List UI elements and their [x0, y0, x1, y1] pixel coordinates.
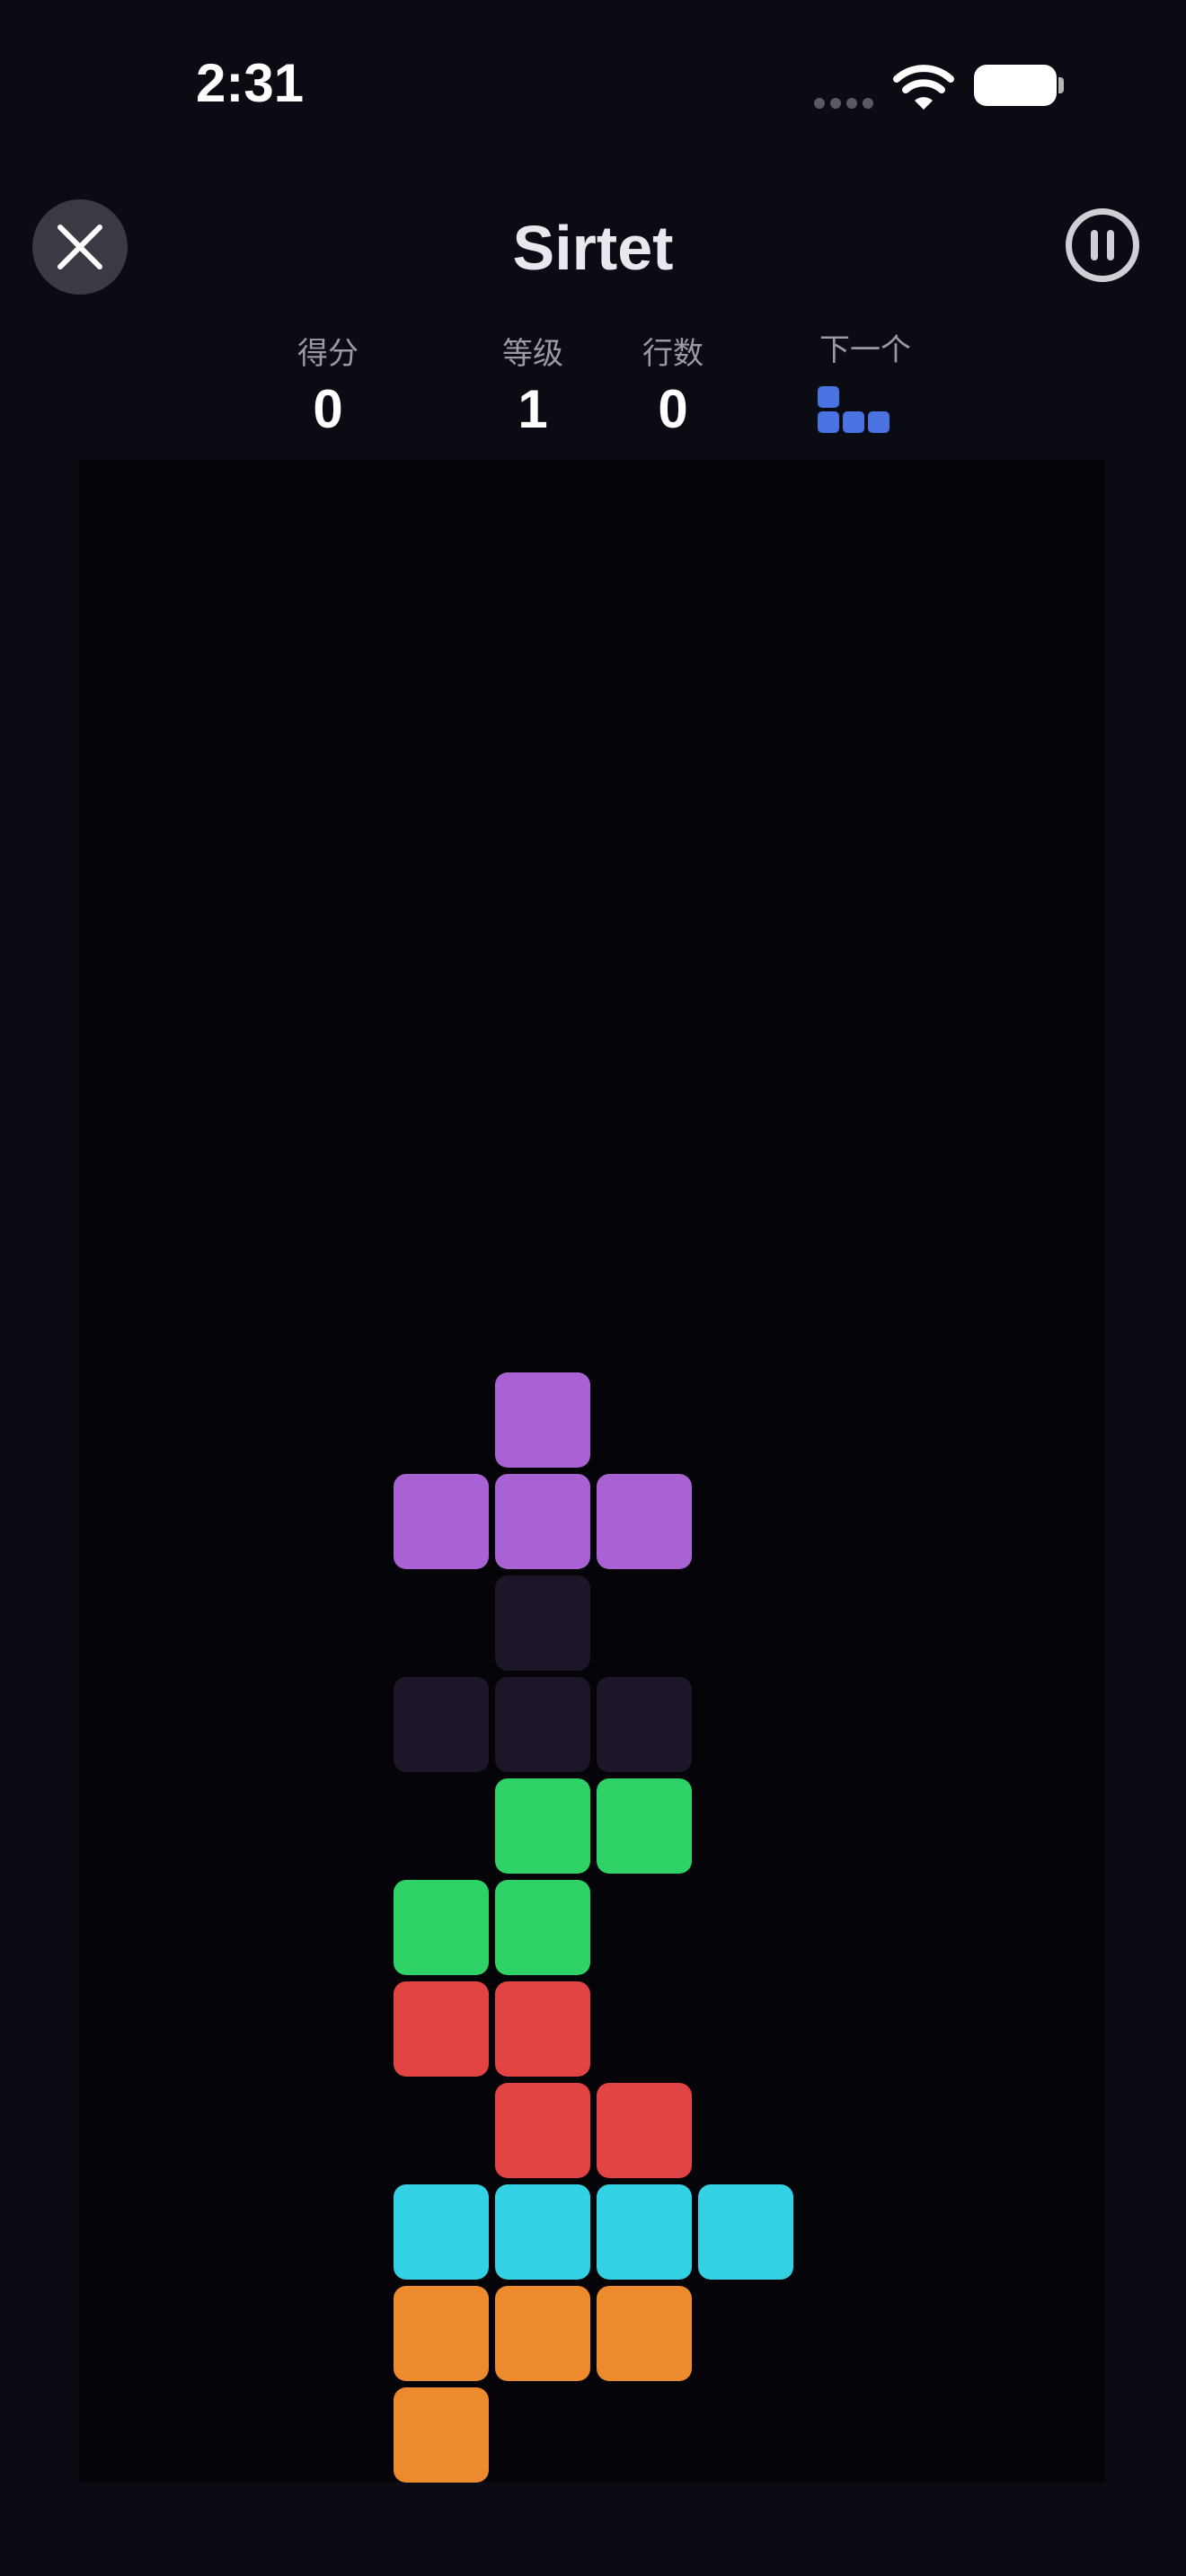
score-value: 0 — [313, 379, 343, 439]
locked-block — [495, 1981, 590, 2077]
battery-icon — [974, 65, 1057, 106]
pause-button[interactable] — [1066, 208, 1139, 282]
wifi-icon — [893, 61, 954, 111]
locked-block — [597, 2083, 692, 2178]
next-stat: 下一个 — [807, 325, 924, 369]
locked-block — [394, 2184, 489, 2280]
ghost-block — [597, 1677, 692, 1772]
locked-block — [394, 1981, 489, 2077]
next-label: 下一个 — [819, 332, 911, 368]
next-piece-cell — [818, 411, 839, 433]
locked-block — [394, 1880, 489, 1975]
locked-block — [394, 2387, 489, 2483]
locked-block — [394, 2286, 489, 2381]
locked-block — [495, 2286, 590, 2381]
active-block — [394, 1474, 489, 1569]
lines-value: 0 — [658, 379, 688, 439]
next-piece-cell — [868, 411, 890, 433]
locked-block — [495, 1880, 590, 1975]
locked-block — [495, 2083, 590, 2178]
status-time: 2:31 — [196, 53, 305, 113]
locked-block — [495, 1778, 590, 1874]
score-stat: 得分 0 — [279, 329, 377, 440]
locked-block — [495, 2184, 590, 2280]
locked-block — [597, 1778, 692, 1874]
signal-dots-icon — [814, 97, 875, 110]
next-piece-cell — [843, 411, 864, 433]
game-board[interactable] — [79, 460, 1105, 2483]
lines-label: 行数 — [642, 336, 704, 372]
level-label: 等级 — [502, 336, 563, 372]
locked-block — [597, 2184, 692, 2280]
level-stat: 等级 1 — [483, 329, 582, 440]
game-title: Sirtet — [512, 213, 674, 283]
pause-icon-bar-right — [1107, 230, 1114, 260]
ghost-block — [495, 1677, 590, 1772]
battery-tip — [1058, 77, 1064, 93]
ghost-block — [495, 1575, 590, 1671]
header: Sirtet — [0, 180, 1186, 323]
locked-block — [597, 2286, 692, 2381]
pause-icon-bar-left — [1091, 230, 1098, 260]
active-block — [597, 1474, 692, 1569]
status-bar: 2:31 — [0, 0, 1186, 171]
active-block — [495, 1474, 590, 1569]
next-piece-preview — [818, 386, 893, 437]
lines-stat: 行数 0 — [624, 329, 722, 440]
level-value: 1 — [518, 379, 548, 439]
active-block — [495, 1372, 590, 1468]
locked-block — [698, 2184, 793, 2280]
score-label: 得分 — [297, 336, 358, 372]
ghost-block — [394, 1677, 489, 1772]
next-piece-cell — [818, 386, 839, 408]
